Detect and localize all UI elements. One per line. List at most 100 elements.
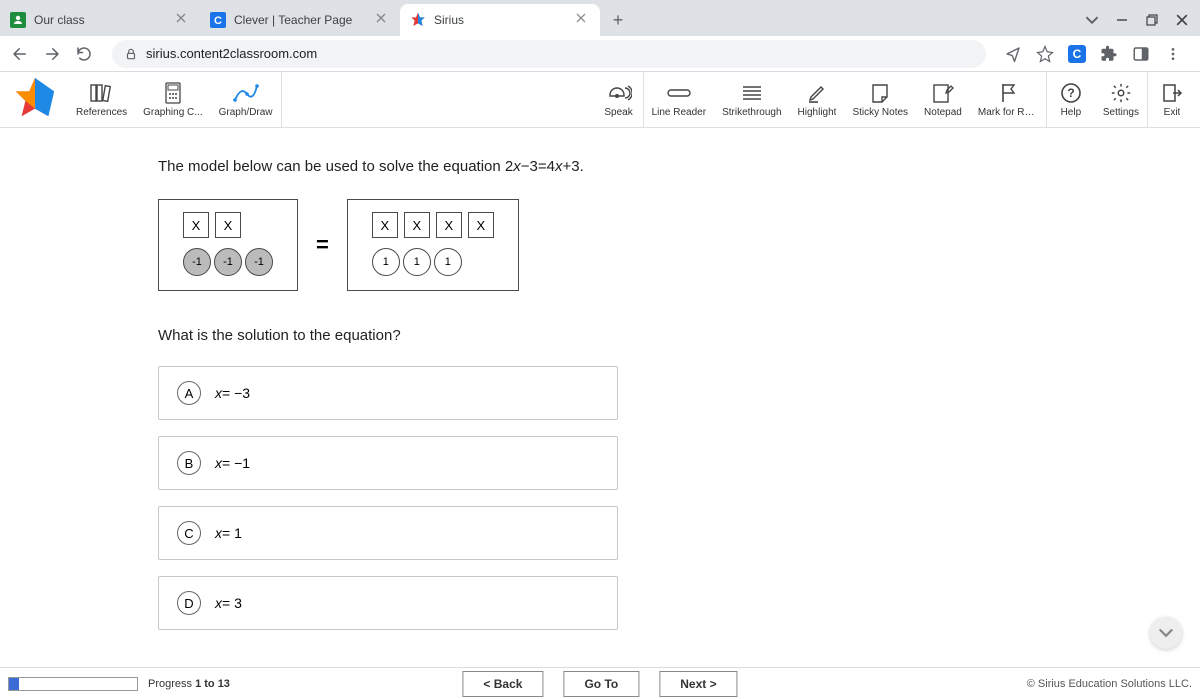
copyright-text: © Sirius Education Solutions LLC. [1027,678,1192,690]
x-tile: X [215,212,241,238]
x-tile: X [468,212,494,238]
sticky-icon [866,81,894,105]
neg-one-circle: -1 [183,248,211,276]
exit-button[interactable]: Exit [1148,72,1196,127]
answer-letter: A [177,381,201,405]
graphing-button[interactable]: Graphing C... [135,72,210,127]
new-tab-button[interactable]: + [604,6,632,34]
speak-icon [605,81,633,105]
svg-text:?: ? [1067,86,1074,100]
help-icon: ? [1057,81,1085,105]
model-right: X X X X 1 1 1 [347,199,519,291]
answer-text: x= −1 [215,455,250,471]
neg-one-circle: -1 [214,248,242,276]
close-icon[interactable] [576,13,590,27]
url-input[interactable]: sirius.content2classroom.com [112,40,986,68]
flag-icon [994,81,1022,105]
tab-title: Clever | Teacher Page [234,13,368,27]
notepad-icon [929,81,957,105]
close-icon[interactable] [176,13,190,27]
sirius-logo [12,76,60,124]
close-icon[interactable] [376,13,390,27]
browser-tab-strip: Our class C Clever | Teacher Page Sirius… [0,0,1200,36]
reload-icon[interactable] [72,42,96,66]
answer-letter: B [177,451,201,475]
window-controls [1078,8,1200,36]
calculator-icon [159,81,187,105]
answer-choice-b[interactable]: B x= −1 [158,436,618,490]
references-button[interactable]: References [68,72,135,127]
address-bar: sirius.content2classroom.com C [0,36,1200,72]
linereader-button[interactable]: Line Reader [644,72,714,127]
equals-sign: = [316,232,329,258]
graph-icon [232,81,260,105]
highlight-icon [803,81,831,105]
strikethrough-icon [738,81,766,105]
restore-icon[interactable] [1138,8,1166,32]
pos-one-circle: 1 [403,248,431,276]
back-button[interactable]: < Back [462,671,543,697]
extensions-icon[interactable] [1098,43,1120,65]
highlight-button[interactable]: Highlight [790,72,845,127]
x-tile: X [372,212,398,238]
browser-tab[interactable]: Our class [0,4,200,36]
answer-choice-d[interactable]: D x= 3 [158,576,618,630]
window-close-icon[interactable] [1168,8,1196,32]
tab-title: Sirius [434,13,568,27]
answer-text: x= 3 [215,595,242,611]
speak-button[interactable]: Speak [595,72,643,127]
svg-text:C: C [214,15,222,27]
progress-text: Progress 1 to 13 [148,678,230,690]
answer-choice-a[interactable]: A x= −3 [158,366,618,420]
tab-title: Our class [34,13,168,27]
gear-icon [1107,81,1135,105]
side-panel-icon[interactable] [1130,43,1152,65]
browser-tab-active[interactable]: Sirius [400,4,600,36]
tab-search-icon[interactable] [1078,8,1106,32]
equation-model: X X -1 -1 -1 = X X X X 1 1 1 [158,199,1180,291]
books-icon [88,81,116,105]
pos-one-circle: 1 [434,248,462,276]
pos-one-circle: 1 [372,248,400,276]
tab-favicon [10,12,26,28]
sub-question: What is the solution to the equation? [158,327,1180,344]
lock-icon [124,47,138,61]
menu-icon[interactable] [1162,43,1184,65]
answer-text: x= 1 [215,525,242,541]
tab-favicon: C [210,12,226,28]
question-content: The model below can be used to solve the… [0,128,1200,667]
goto-button[interactable]: Go To [563,671,639,697]
share-icon[interactable] [1002,43,1024,65]
bookmark-icon[interactable] [1034,43,1056,65]
x-tile: X [404,212,430,238]
question-prompt: The model below can be used to solve the… [158,158,1180,175]
answer-choice-c[interactable]: C x= 1 [158,506,618,560]
extension-c-icon[interactable]: C [1066,43,1088,65]
back-icon[interactable] [8,42,32,66]
notepad-button[interactable]: Notepad [916,72,970,127]
bottom-bar: Progress 1 to 13 < Back Go To Next > © S… [0,667,1200,699]
url-text: sirius.content2classroom.com [146,46,317,61]
minimize-icon[interactable] [1108,8,1136,32]
browser-tab[interactable]: C Clever | Teacher Page [200,4,400,36]
model-left: X X -1 -1 -1 [158,199,298,291]
next-button[interactable]: Next > [659,671,737,697]
x-tile: X [183,212,209,238]
answer-text: x= −3 [215,385,250,401]
tab-favicon [410,12,426,28]
mark-button[interactable]: Mark for Re... [970,72,1046,127]
x-tile: X [436,212,462,238]
progress-bar [8,677,138,691]
help-button[interactable]: ? Help [1047,72,1095,127]
forward-icon[interactable] [40,42,64,66]
chevron-down-icon [1159,626,1173,640]
graphdraw-button[interactable]: Graph/Draw [211,72,281,127]
answer-list: A x= −3 B x= −1 C x= 1 D x= 3 [158,366,618,630]
app-toolbar: References Graphing C... Graph/Draw Spea… [0,72,1200,128]
scroll-fab[interactable] [1150,617,1182,649]
sticky-button[interactable]: Sticky Notes [844,72,916,127]
exit-icon [1158,81,1186,105]
neg-one-circle: -1 [245,248,273,276]
strikethrough-button[interactable]: Strikethrough [714,72,789,127]
settings-button[interactable]: Settings [1095,72,1147,127]
